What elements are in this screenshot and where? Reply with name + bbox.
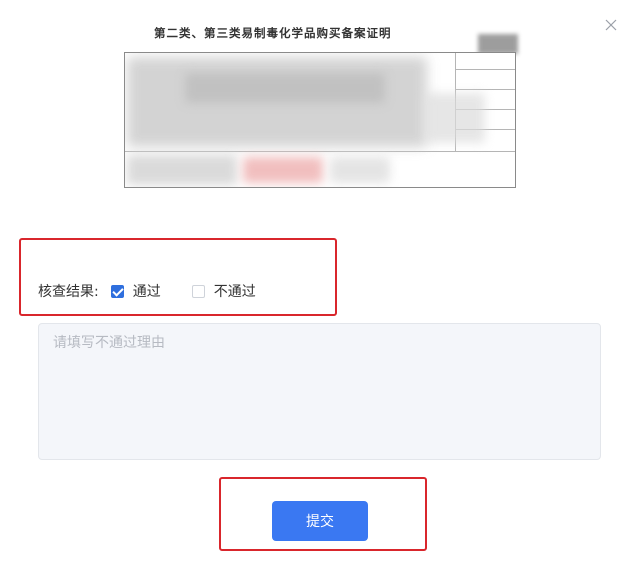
certificate-preview[interactable]: 第二类、第三类易制毒化学品购买备案证明 <box>120 22 520 188</box>
option-pass[interactable]: 通过 <box>110 281 161 301</box>
redacted-region <box>425 93 485 143</box>
rejection-reason-input[interactable] <box>38 323 601 460</box>
redacted-stamp <box>478 34 518 54</box>
redacted-stamp-red <box>243 157 323 183</box>
fail-checkbox[interactable] <box>191 284 205 298</box>
pass-checkbox[interactable] <box>110 284 124 298</box>
close-button[interactable] <box>601 15 621 35</box>
review-dialog: 第二类、第三类易制毒化学品购买备案证明 核查结果: 通过 不通过 请填写不通过理… <box>0 0 638 570</box>
pass-label: 通过 <box>132 284 161 300</box>
redacted-region <box>330 157 390 183</box>
review-result-label: 核查结果: <box>38 284 99 300</box>
review-result-row: 核查结果: 通过 不通过 <box>38 281 256 301</box>
certificate-title: 第二类、第三类易制毒化学品购买备案证明 <box>154 26 392 40</box>
review-result-highlight <box>19 238 337 316</box>
option-fail[interactable]: 不通过 <box>191 281 256 301</box>
fail-label: 不通过 <box>213 284 256 300</box>
submit-button[interactable]: 提交 <box>272 501 368 541</box>
close-icon <box>605 19 617 31</box>
certificate-table <box>124 52 516 188</box>
redacted-region <box>127 155 237 185</box>
redacted-region <box>185 73 385 103</box>
